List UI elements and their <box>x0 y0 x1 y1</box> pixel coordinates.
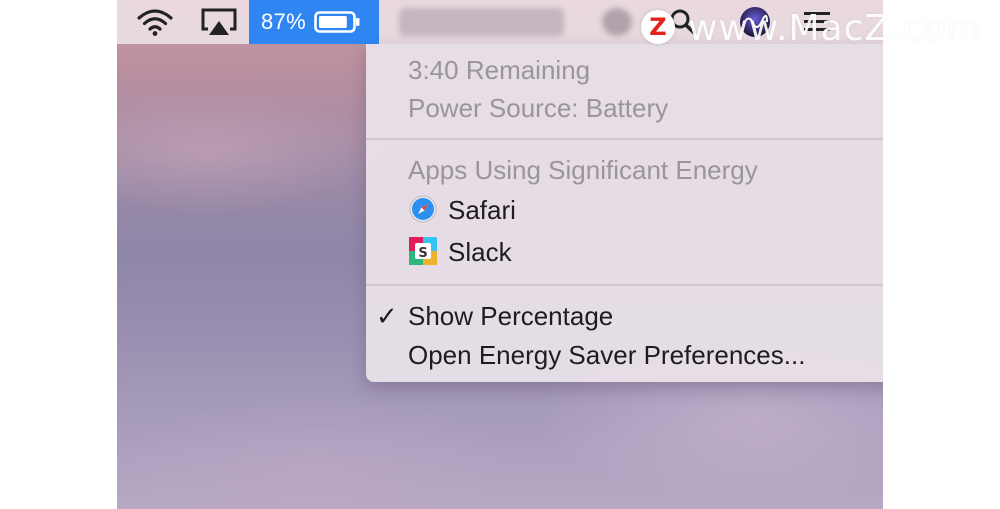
battery-menu-item[interactable]: 87% <box>249 0 379 44</box>
safari-icon <box>409 195 437 223</box>
battery-percentage: 87% <box>261 9 306 34</box>
watermark-badge-icon: Z <box>641 10 675 44</box>
wifi-icon[interactable] <box>131 0 179 44</box>
time-remaining-label: 3:40 Remaining <box>408 55 591 85</box>
watermark-text: www.MacZ.com <box>688 8 983 49</box>
slack-label: Slack <box>448 237 512 267</box>
battery-dropdown-menu: 3:40 Remaining Power Source: Battery App… <box>366 44 883 382</box>
menu-separator <box>366 138 883 140</box>
apps-energy-header: Apps Using Significant Energy <box>408 155 758 185</box>
airplay-icon[interactable] <box>195 0 243 44</box>
blurred-user-icon <box>602 8 632 36</box>
show-percentage-label: Show Percentage <box>408 301 614 331</box>
safari-label: Safari <box>448 195 516 225</box>
battery-icon <box>314 11 360 33</box>
slack-icon: S <box>409 237 437 265</box>
desktop: 87% 3:40 Remaining Power Source: Battery… <box>117 0 883 509</box>
svg-text:S: S <box>418 246 427 261</box>
power-source-label: Power Source: Battery <box>408 93 669 123</box>
blurred-clock <box>399 8 564 36</box>
menu-separator <box>366 284 883 286</box>
checkmark-icon: ✓ <box>376 301 398 331</box>
menu-item-open-energy-saver[interactable]: Open Energy Saver Preferences... <box>408 339 805 371</box>
